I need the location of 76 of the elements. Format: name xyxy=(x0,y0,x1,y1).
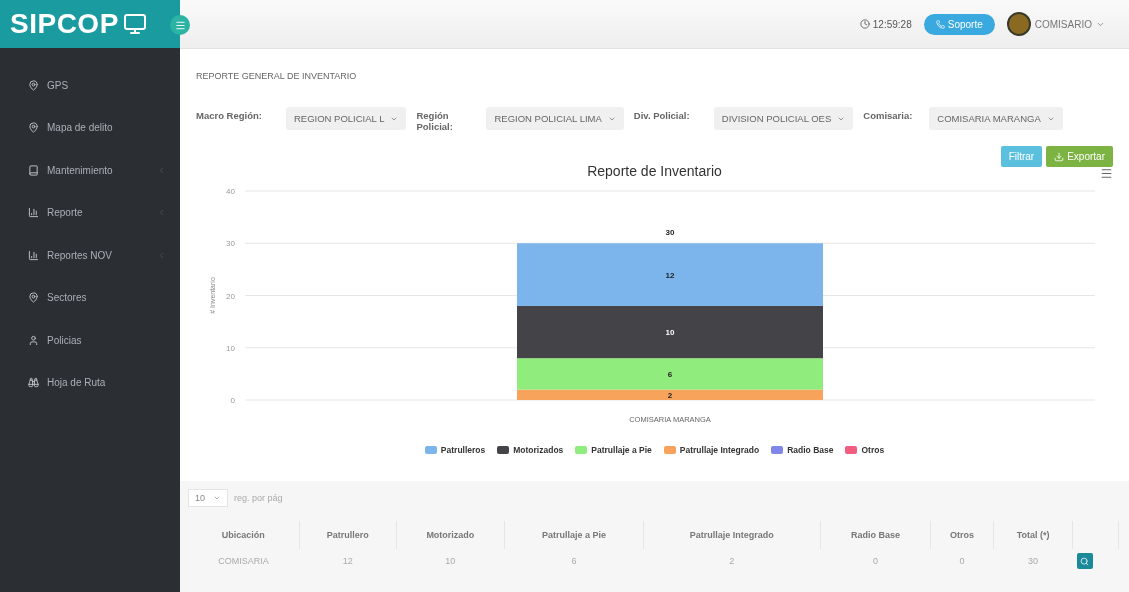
avatar xyxy=(1006,12,1031,36)
download-icon xyxy=(1054,151,1065,162)
filter-label: Región Policial: xyxy=(416,109,454,132)
column-header[interactable]: Patrullaje a Pie xyxy=(504,521,644,549)
data-label: 2 xyxy=(667,390,672,400)
binoculars-icon xyxy=(28,377,39,389)
sidebar-item[interactable]: Mantenimiento xyxy=(0,149,180,192)
sidebar-item[interactable]: Reporte xyxy=(0,191,180,234)
page-title: REPORTE GENERAL DE INVENTARIO xyxy=(196,71,358,81)
chevron-icon xyxy=(157,208,166,218)
filter-label: Macro Región: xyxy=(196,109,263,121)
y-tick-label: 30 xyxy=(225,239,235,249)
chart-title: Reporte de Inventario xyxy=(587,163,722,179)
menu-icon[interactable] xyxy=(170,15,190,35)
user-icon xyxy=(28,334,39,346)
y-tick-label: 40 xyxy=(225,187,235,196)
table-cell: 0 xyxy=(820,549,931,573)
sidebar-item[interactable]: Sectores xyxy=(0,276,180,319)
table-cell: 6 xyxy=(504,549,644,573)
chevron-icon xyxy=(157,165,166,175)
y-tick-label: 20 xyxy=(225,291,235,301)
table-cell: 2 xyxy=(643,549,821,573)
bar-chart-icon xyxy=(28,249,39,261)
menu-icon[interactable] xyxy=(1100,167,1113,180)
caret-icon xyxy=(213,494,221,502)
sidebar-item[interactable]: Reportes NOV xyxy=(0,234,180,277)
legend-item[interactable]: Patrullaje a Pie xyxy=(575,445,652,455)
book-icon xyxy=(28,164,39,176)
legend-item[interactable]: Radio Base xyxy=(771,445,834,455)
legend-item[interactable]: Motorizados xyxy=(497,445,564,455)
search-button[interactable] xyxy=(1076,553,1093,569)
column-header[interactable]: Otros xyxy=(930,521,994,549)
clock-icon xyxy=(859,19,870,29)
clock-time: 12:59:28 xyxy=(859,18,912,30)
data-label: 12 xyxy=(665,270,674,280)
data-label: 10 xyxy=(665,328,674,338)
column-header[interactable]: Patrullaje Integrado xyxy=(643,521,821,549)
map-pin-icon xyxy=(28,79,39,91)
logo-text: SIPCOP xyxy=(10,8,119,40)
filter-label: Div. Policial: xyxy=(633,109,691,121)
filter-select[interactable]: REGION POLICIAL LIMA xyxy=(486,107,624,130)
page-size-label: reg. por pág xyxy=(234,493,283,503)
sidebar-item[interactable]: Mapa de delito xyxy=(0,106,180,149)
bar-chart-icon xyxy=(28,207,39,219)
legend-item[interactable]: Otros xyxy=(845,445,885,455)
y-tick-label: 0 xyxy=(230,396,235,405)
table-cell: 30 xyxy=(993,549,1073,573)
filter-select[interactable]: REGION POLICIAL L xyxy=(286,107,407,130)
map-pin-icon xyxy=(28,122,39,134)
filter-label: Comisaria: xyxy=(863,109,914,121)
filter-select[interactable]: DIVISION POLICIAL OES xyxy=(713,107,854,130)
table-cell: 0 xyxy=(930,549,994,573)
filter-select[interactable]: COMISARIA MARANGA xyxy=(929,107,1063,130)
sidebar-item[interactable]: Hoja de Ruta xyxy=(0,361,180,404)
table-cell: 12 xyxy=(299,549,397,573)
legend-item[interactable]: Patrulleros xyxy=(424,445,486,455)
user-menu[interactable]: COMISARIO xyxy=(1006,12,1105,36)
chevron-icon xyxy=(157,250,166,260)
map-pin-icon xyxy=(28,292,39,304)
column-header[interactable]: Total (*) xyxy=(993,521,1073,549)
table-cell: COMISARIA xyxy=(188,549,300,573)
sidebar-item[interactable]: GPS xyxy=(0,64,180,107)
search-icon xyxy=(1080,556,1090,566)
column-header[interactable]: Radio Base xyxy=(820,521,931,549)
phone-icon xyxy=(935,19,945,29)
column-header[interactable]: Patrullero xyxy=(299,521,397,549)
sidebar-item[interactable]: Policias xyxy=(0,319,180,362)
data-label: 6 xyxy=(667,369,672,379)
stack-total-label: 30 xyxy=(665,228,674,238)
legend-item[interactable]: Patrullaje Integrado xyxy=(663,445,760,455)
table-cell: 10 xyxy=(396,549,505,573)
column-header[interactable]: Motorizado xyxy=(396,521,505,549)
page-size-select[interactable]: 10 xyxy=(188,489,228,507)
monitor-icon xyxy=(122,12,147,36)
y-tick-label: 10 xyxy=(225,343,235,353)
column-header[interactable]: Ubicación xyxy=(188,521,300,549)
